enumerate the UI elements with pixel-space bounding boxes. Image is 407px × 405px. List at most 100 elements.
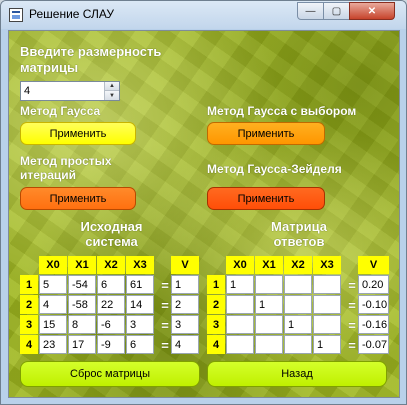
answer-cell[interactable] <box>313 315 341 334</box>
gauss-method-label: Метод Гаусса <box>20 104 101 118</box>
source-col-header: X2 <box>97 256 125 274</box>
close-icon: ✕ <box>367 5 377 17</box>
maximize-icon: ▢ <box>331 5 342 17</box>
source-cell[interactable]: 15 <box>39 315 67 334</box>
source-v-column: V 1 2 3 4 <box>171 256 199 354</box>
source-cell[interactable]: 3 <box>126 315 154 334</box>
source-equals-sign: = <box>161 297 169 313</box>
close-button[interactable]: ✕ <box>349 2 395 20</box>
answer-cell[interactable]: 1 <box>255 295 283 314</box>
answer-col-header: X1 <box>255 256 283 274</box>
gauss-seidel-apply-button[interactable]: Применить <box>207 187 325 210</box>
source-equals-sign: = <box>161 277 169 293</box>
answer-matrix-title: Матрица ответов <box>271 219 327 249</box>
answer-cell[interactable] <box>255 335 283 354</box>
answer-equals-sign: = <box>348 337 356 353</box>
answer-cell[interactable] <box>284 295 312 314</box>
source-row-header: 2 <box>20 295 38 314</box>
answer-corner <box>207 256 225 274</box>
matrix-size-value[interactable]: 4 <box>24 85 30 97</box>
answer-equals-sign: = <box>348 297 356 313</box>
source-cell[interactable]: 14 <box>126 295 154 314</box>
reset-matrix-button[interactable]: Сброс матрицы <box>20 361 200 387</box>
source-cell[interactable]: 22 <box>97 295 125 314</box>
maximize-button[interactable]: ▢ <box>323 2 350 20</box>
answer-matrix: X0 X1 X2 X3 1 1 2 1 3 1 4 1 <box>207 256 341 354</box>
answer-cell[interactable]: 1 <box>284 315 312 334</box>
source-row-header: 1 <box>20 275 38 294</box>
source-col-header: X3 <box>126 256 154 274</box>
answer-equals-sign: = <box>348 317 356 333</box>
source-v-cell[interactable]: 2 <box>171 295 199 314</box>
answer-col-header: X2 <box>284 256 312 274</box>
answer-row-header: 3 <box>207 315 225 334</box>
answer-cell[interactable]: 1 <box>226 275 254 294</box>
answer-cell[interactable] <box>284 275 312 294</box>
answer-col-header: X0 <box>226 256 254 274</box>
answer-row-header: 1 <box>207 275 225 294</box>
answer-v-cell[interactable]: -0.16 <box>358 315 389 334</box>
source-cell[interactable]: -6 <box>97 315 125 334</box>
source-cell[interactable]: -9 <box>97 335 125 354</box>
source-cell[interactable]: 61 <box>126 275 154 294</box>
source-cell[interactable]: -54 <box>68 275 96 294</box>
answer-v-cell[interactable]: -0.07 <box>358 335 389 354</box>
matrix-size-spinner[interactable]: 4 ▲ ▼ <box>20 81 120 101</box>
answer-cell[interactable] <box>284 335 312 354</box>
answer-cell[interactable] <box>255 315 283 334</box>
answer-cell[interactable] <box>226 295 254 314</box>
window-title: Решение СЛАУ <box>29 7 115 21</box>
source-cell[interactable]: 23 <box>39 335 67 354</box>
gauss-pivot-apply-button[interactable]: Применить <box>207 122 325 145</box>
answer-cell[interactable] <box>226 315 254 334</box>
source-corner <box>20 256 38 274</box>
answer-v-cell[interactable]: -0.10 <box>358 295 389 314</box>
source-equals-sign: = <box>161 337 169 353</box>
source-v-cell[interactable]: 4 <box>171 335 199 354</box>
source-cell[interactable]: 6 <box>126 335 154 354</box>
answer-cell[interactable] <box>226 335 254 354</box>
source-col-header: X0 <box>39 256 67 274</box>
answer-cell[interactable]: 1 <box>313 335 341 354</box>
source-system-title: Исходная система <box>80 219 143 249</box>
back-button[interactable]: Назад <box>207 361 387 387</box>
source-cell[interactable]: 4 <box>39 295 67 314</box>
source-cell[interactable]: 6 <box>97 275 125 294</box>
spinner-up-icon[interactable]: ▲ <box>105 82 119 91</box>
source-v-cell[interactable]: 3 <box>171 315 199 334</box>
source-cell[interactable]: 8 <box>68 315 96 334</box>
source-v-cell[interactable]: 1 <box>171 275 199 294</box>
answer-cell[interactable] <box>255 275 283 294</box>
minimize-button[interactable]: — <box>297 2 324 20</box>
gauss-seidel-method-label: Метод Гаусса-Зейделя <box>207 162 342 176</box>
spinner-buttons: ▲ ▼ <box>104 82 119 100</box>
source-cell[interactable]: 5 <box>39 275 67 294</box>
simple-iteration-method-label: Метод простых итераций <box>20 154 112 182</box>
answer-row-header: 2 <box>207 295 225 314</box>
simple-iteration-apply-button[interactable]: Применить <box>20 187 136 210</box>
app-window: Решение СЛАУ — ▢ ✕ Введите размерность м… <box>0 0 407 405</box>
matrix-size-label: Введите размерность матрицы <box>20 44 162 75</box>
source-cell[interactable]: -58 <box>68 295 96 314</box>
source-col-header: X1 <box>68 256 96 274</box>
answer-cell[interactable] <box>313 295 341 314</box>
answer-v-cell[interactable]: 0.20 <box>358 275 389 294</box>
answer-col-header: X3 <box>313 256 341 274</box>
gauss-apply-button[interactable]: Применить <box>20 122 136 145</box>
title-bar[interactable]: Решение СЛАУ — ▢ ✕ <box>1 1 406 29</box>
answer-cell[interactable] <box>313 275 341 294</box>
source-equals-sign: = <box>161 317 169 333</box>
answer-equals-sign: = <box>348 277 356 293</box>
app-icon <box>9 8 23 22</box>
answer-v-header: V <box>358 256 389 274</box>
form-client-area: Введите размерность матрицы 4 ▲ ▼ Метод … <box>8 30 400 398</box>
source-v-header: V <box>171 256 199 274</box>
answer-row-header: 4 <box>207 335 225 354</box>
source-matrix: X0 X1 X2 X3 1 5 -54 6 61 2 4 -58 22 14 3… <box>20 256 154 354</box>
source-cell[interactable]: 17 <box>68 335 96 354</box>
source-row-header: 4 <box>20 335 38 354</box>
answer-v-column: V 0.20 -0.10 -0.16 -0.07 <box>358 256 389 354</box>
source-row-header: 3 <box>20 315 38 334</box>
spinner-down-icon[interactable]: ▼ <box>105 91 119 100</box>
gauss-pivot-method-label: Метод Гаусса с выбором <box>207 104 357 118</box>
